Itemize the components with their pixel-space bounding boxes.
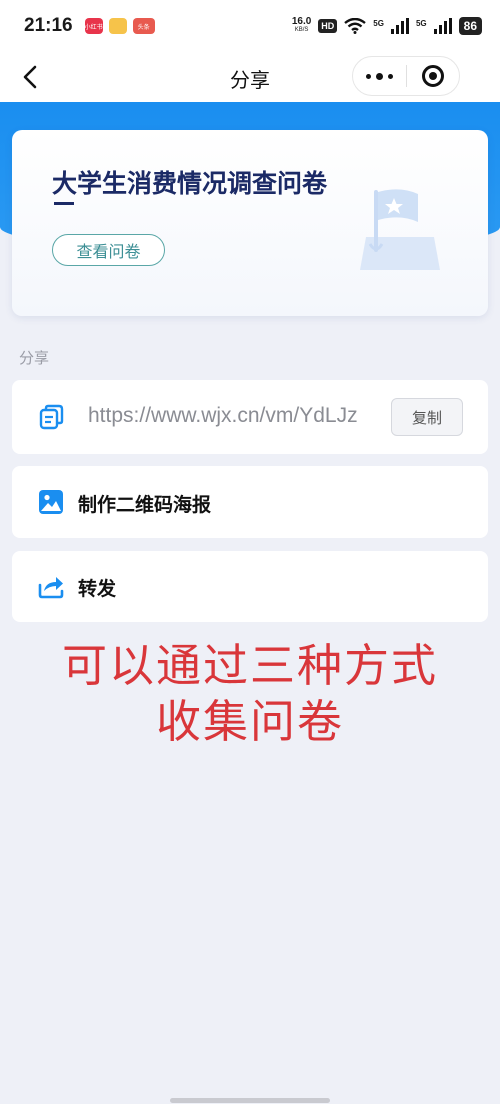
toutiao-app-icon: 头条: [132, 18, 155, 34]
share-link-row: https://www.wjx.cn/vm/YdLJz 复制: [12, 380, 488, 454]
hd-voice-icon: HD: [318, 19, 338, 33]
flag-illustration-icon: [360, 189, 440, 270]
close-miniprogram-button[interactable]: [407, 57, 459, 95]
share-section-label: 分享: [19, 349, 50, 367]
cell-signal-icon: [390, 18, 409, 34]
signal-1-label: 5G: [373, 19, 384, 28]
battery-icon: 86: [458, 17, 482, 35]
link-document-icon: [39, 404, 64, 430]
image-poster-icon: [39, 490, 63, 514]
share-link-url[interactable]: https://www.wjx.cn/vm/YdLJz: [88, 404, 366, 428]
forward-row[interactable]: 转发: [12, 551, 488, 622]
network-speed: 16.0 KB/S: [292, 17, 311, 35]
shopping-app-icon: [108, 18, 127, 34]
target-icon-dot: [428, 72, 437, 80]
overlay-caption-line-1: 可以通过三种方式: [61, 639, 438, 692]
status-indicators: 16.0 KB/S HD 5G 5G 86: [292, 17, 482, 35]
target-icon: [421, 65, 444, 87]
network-speed-value: 16.0: [291, 16, 312, 27]
view-survey-button[interactable]: 查看问卷: [52, 234, 165, 266]
more-dot-icon: [376, 72, 383, 80]
notification-icons: 小红书 头条: [84, 18, 155, 34]
copy-link-button[interactable]: 复制: [391, 398, 463, 436]
survey-title: 大学生消费情况调查问卷: [52, 169, 328, 198]
status-bar: 21:16 小红书 头条 16.0 KB/S HD 5G 5G 86: [0, 0, 500, 52]
share-forward-icon: [38, 577, 64, 599]
cell-signal-icon-2: [433, 18, 452, 34]
more-dot-icon: [388, 73, 393, 79]
qr-poster-row[interactable]: 制作二维码海报: [12, 466, 488, 538]
more-menu-button[interactable]: [353, 57, 406, 95]
miniprogram-capsule: [352, 56, 460, 96]
overlay-caption-line-2: 收集问卷: [155, 695, 344, 748]
qr-poster-label: 制作二维码海报: [78, 494, 212, 516]
more-dot-icon: [366, 73, 371, 79]
title-underline: [54, 202, 74, 205]
nav-bar: 分享: [0, 52, 500, 102]
wifi-icon: [344, 18, 367, 34]
forward-label: 转发: [78, 578, 117, 600]
xiaohongshu-app-icon: 小红书: [84, 18, 103, 34]
survey-card: 大学生消费情况调查问卷 查看问卷: [12, 130, 488, 316]
signal-2-label: 5G: [415, 19, 427, 28]
home-indicator[interactable]: [170, 1098, 330, 1103]
network-speed-unit: KB/S: [294, 27, 309, 33]
status-time: 21:16: [24, 15, 73, 36]
